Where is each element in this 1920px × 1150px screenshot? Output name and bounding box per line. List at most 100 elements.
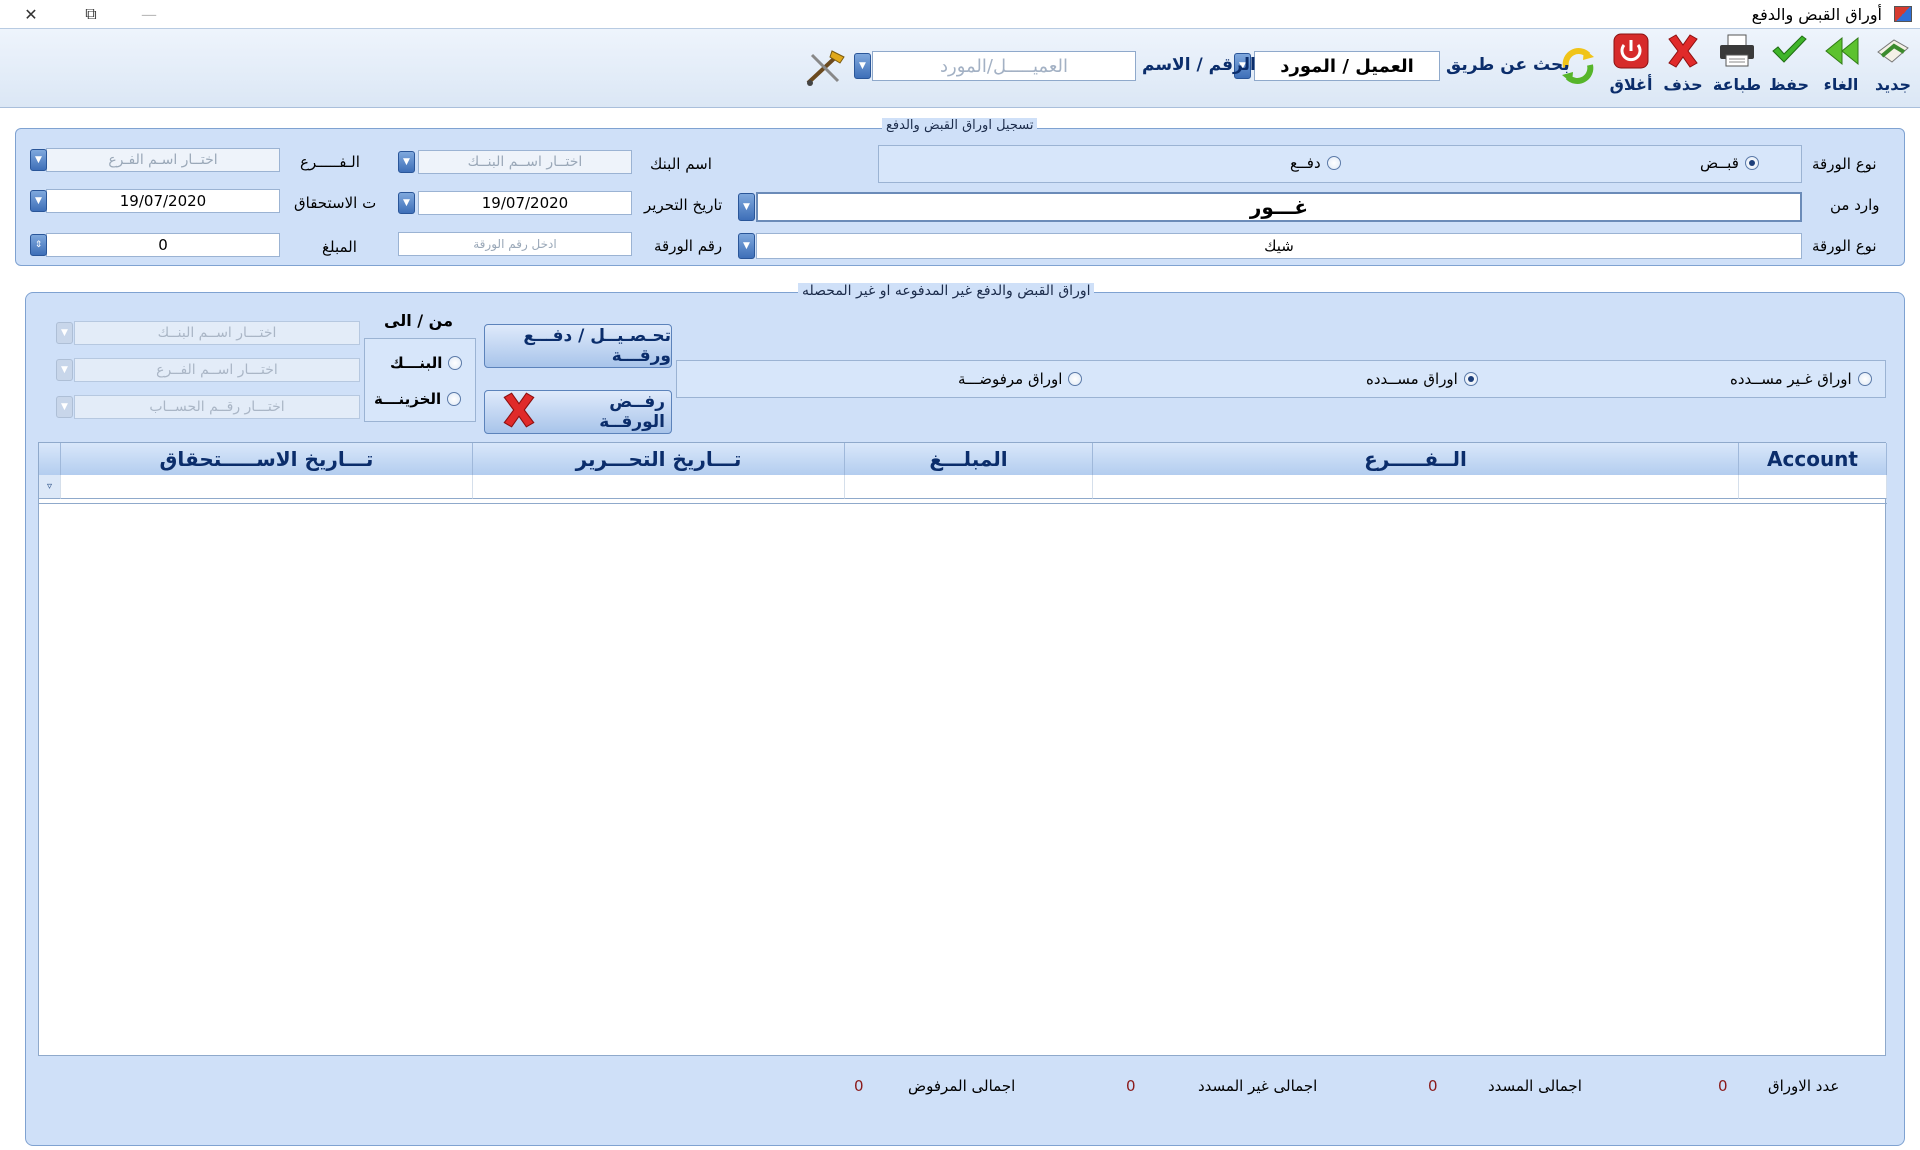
filter-rejected-radio[interactable]: اوراق مرفوضـــة xyxy=(958,370,1083,388)
count-value: 0 xyxy=(1718,1077,1728,1095)
paper-number-input[interactable]: ادخل رقم الورقة xyxy=(398,232,632,256)
grid-header-write-date[interactable]: تـــاريخ التحـــرير xyxy=(473,443,845,475)
received-from-dropdown-icon[interactable]: ▼ xyxy=(738,193,755,221)
reject-paper-button[interactable]: رفــض الورقــة xyxy=(484,390,672,434)
account-select-dropdown-icon[interactable]: ▼ xyxy=(56,396,73,418)
filter-rejected-label: اوراق مرفوضـــة xyxy=(958,370,1063,388)
write-date-dropdown-icon[interactable]: ▼ xyxy=(398,192,415,214)
received-from-label: وارد من xyxy=(1830,196,1880,214)
account-select-placeholder: اختـــار رقــم الحســاب xyxy=(149,399,285,415)
grid-header-branch[interactable]: الــفـــــرع xyxy=(1093,443,1739,475)
red-x-icon xyxy=(499,391,539,434)
branch-select-dropdown-icon[interactable]: ▼ xyxy=(56,359,73,381)
filter-unpaid-dot[interactable] xyxy=(1857,372,1872,386)
branch-dropdown-icon[interactable]: ▼ xyxy=(30,149,47,171)
grid-filter-branch[interactable] xyxy=(1093,475,1739,499)
rejected-total-value: 0 xyxy=(854,1077,864,1095)
filter-paid-radio[interactable]: اوراق مســدده xyxy=(1366,370,1478,388)
save-button[interactable]: حفظ xyxy=(1764,31,1814,101)
red-x-icon xyxy=(1663,31,1703,71)
branch-select[interactable]: اختــار اسـم الفـرع xyxy=(46,148,280,172)
bank-option-label: البنـــك xyxy=(390,354,443,372)
grid-filter-due-date[interactable] xyxy=(61,475,473,499)
due-date-value: 19/07/2020 xyxy=(119,192,207,210)
cancel-label: الغاء xyxy=(1823,75,1859,94)
customer-supplier-dropdown-icon[interactable]: ▼ xyxy=(854,53,871,79)
number-name-label: الرقم / الاسم xyxy=(1142,55,1256,75)
amount-input[interactable]: 0 xyxy=(46,233,280,257)
receipt-radio-dot[interactable] xyxy=(1744,156,1759,170)
amount-value: 0 xyxy=(158,236,168,254)
search-by-select[interactable]: العميل / المورد xyxy=(1254,51,1440,81)
cancel-button[interactable]: الغاء xyxy=(1816,31,1866,101)
tools-icon[interactable] xyxy=(802,47,848,89)
paper-kind-select[interactable]: شيك xyxy=(756,233,1802,259)
filter-rejected-dot[interactable] xyxy=(1068,372,1083,386)
search-by-value: العميل / المورد xyxy=(1280,55,1414,77)
bank-select-placeholder: اختـــار اســم البنــك xyxy=(157,325,277,341)
bank-option-dot[interactable] xyxy=(448,356,463,370)
close-button[interactable]: أغلاق xyxy=(1606,31,1656,101)
new-doc-icon xyxy=(1873,31,1913,71)
unpaid-group-title: اوراق القبض والدفع غير المدفوعه او غير ا… xyxy=(798,283,1095,299)
delete-button[interactable]: حذف xyxy=(1658,31,1708,101)
filter-radio-group xyxy=(676,360,1886,398)
bank-select-dropdown-icon[interactable]: ▼ xyxy=(56,322,73,344)
receipt-radio[interactable]: قبــض xyxy=(1700,154,1759,172)
paper-kind-value: شيك xyxy=(1264,237,1294,255)
collect-pay-button[interactable]: تحـصـيــل / دفـــع ورقـــة xyxy=(484,324,672,368)
grid-header-due-date[interactable]: تـــاريخ الاســـــتحقاق xyxy=(61,443,473,475)
from-to-label: من / الى xyxy=(384,311,453,330)
due-date-dropdown-icon[interactable]: ▼ xyxy=(30,190,47,212)
new-button[interactable]: جديد xyxy=(1868,31,1918,101)
bank-option-radio[interactable]: البنـــك xyxy=(390,354,463,372)
filter-row-icon[interactable]: ▿ xyxy=(39,475,61,499)
branch-select-disabled[interactable]: اختـــار اســم الفــرع xyxy=(74,358,360,382)
grid-divider xyxy=(39,503,1887,504)
papers-grid[interactable]: تـــاريخ الاســـــتحقاق تـــاريخ التحـــ… xyxy=(38,442,1887,1056)
payment-label: دفــع xyxy=(1290,154,1321,172)
filter-unpaid-radio[interactable]: اوراق غـير مســدده xyxy=(1730,370,1872,388)
received-from-value: غـــور xyxy=(1249,195,1309,219)
maximize-window-button[interactable]: ⧉ xyxy=(62,0,120,28)
due-date-input[interactable]: 19/07/2020 xyxy=(46,189,280,213)
payment-radio-dot[interactable] xyxy=(1326,156,1341,170)
grid-filter-amount[interactable] xyxy=(845,475,1093,499)
bank-name-label: اسم البنك xyxy=(650,155,712,173)
payment-radio[interactable]: دفــع xyxy=(1290,154,1341,172)
paper-kind-dropdown-icon[interactable]: ▼ xyxy=(738,233,755,259)
paid-total-value: 0 xyxy=(1428,1077,1438,1095)
grid-filter-account[interactable] xyxy=(1739,475,1887,499)
delete-label: حذف xyxy=(1663,75,1703,94)
back-arrows-icon xyxy=(1821,31,1861,71)
due-date-label: ت الاستحقاق xyxy=(294,194,377,212)
write-date-input[interactable]: 19/07/2020 xyxy=(418,191,632,215)
bank-name-placeholder: اختــار اســم البنــك xyxy=(467,154,583,170)
bank-name-select[interactable]: اختــار اســم البنــك xyxy=(418,150,632,174)
grid-header-account[interactable]: Account xyxy=(1739,443,1887,475)
minimize-window-button[interactable]: — xyxy=(120,0,178,28)
treasury-option-radio[interactable]: الخزينـــة xyxy=(374,390,462,408)
filter-paid-dot[interactable] xyxy=(1463,372,1478,386)
from-to-box xyxy=(364,338,476,422)
filter-paid-label: اوراق مســدده xyxy=(1366,370,1458,388)
save-label: حفظ xyxy=(1768,75,1810,94)
customer-supplier-placeholder: العميـــــل/المورد xyxy=(940,55,1068,77)
customer-supplier-select[interactable]: العميـــــل/المورد xyxy=(872,51,1136,81)
grid-filter-write-date[interactable] xyxy=(473,475,845,499)
treasury-option-dot[interactable] xyxy=(447,392,462,406)
bank-name-dropdown-icon[interactable]: ▼ xyxy=(398,151,415,173)
grid-corner xyxy=(39,443,61,475)
bank-select-disabled[interactable]: اختـــار اســم البنــك xyxy=(74,321,360,345)
print-button[interactable]: طباعة xyxy=(1712,31,1762,101)
grid-header-amount[interactable]: المبلـــغ xyxy=(845,443,1093,475)
account-select-disabled[interactable]: اختـــار رقــم الحســاب xyxy=(74,395,360,419)
unpaid-total-label: اجمالى غير المسدد xyxy=(1198,1077,1318,1095)
close-window-button[interactable]: ✕ xyxy=(2,0,60,28)
write-date-label: تاريخ التحرير xyxy=(644,196,723,214)
branch-placeholder: اختــار اسـم الفـرع xyxy=(108,152,218,168)
title-bar: ✕ ⧉ — أوراق القبض والدفع xyxy=(0,0,1920,28)
received-from-input[interactable]: غـــور xyxy=(756,192,1802,222)
close-label: أغلاق xyxy=(1609,75,1653,94)
amount-spinner-icon[interactable]: ⇕ xyxy=(30,234,47,256)
